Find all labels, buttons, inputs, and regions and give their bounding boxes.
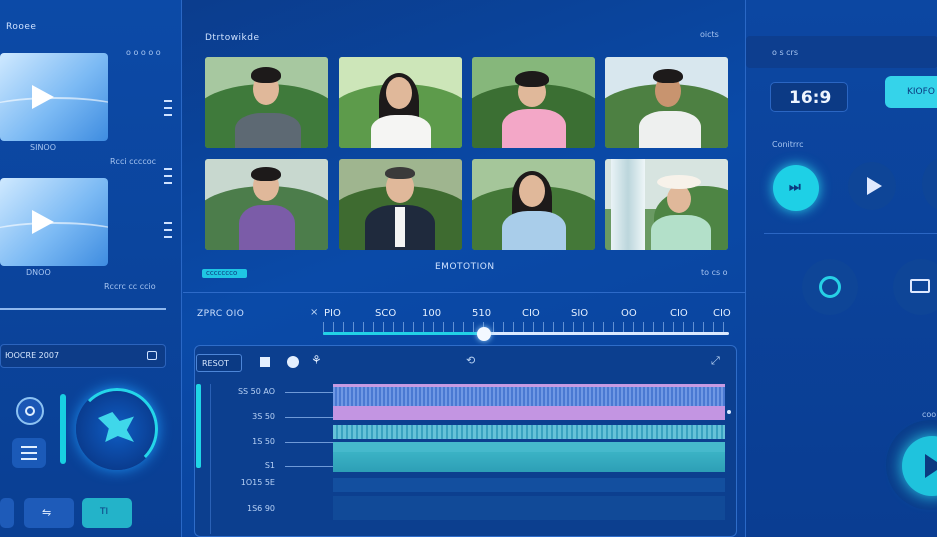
big-play-ring[interactable] — [886, 420, 937, 510]
ruler-tick: SCO — [375, 308, 397, 319]
track-label: S1 — [264, 461, 275, 470]
ruler-tick: CIO — [670, 308, 688, 319]
audio-track-bar-3[interactable] — [333, 452, 725, 472]
track-label: 1O15 5E — [240, 478, 275, 487]
clip-menu-icon[interactable] — [164, 100, 172, 122]
properties-panel: o s crs 16:9 KIOFO Conitrrc ⏭ coo — [745, 0, 937, 537]
photo-tile-4[interactable] — [605, 57, 728, 148]
pie-icon[interactable] — [287, 356, 299, 368]
photo-tile-6[interactable] — [339, 159, 462, 250]
play-icon — [925, 454, 937, 478]
clip-label: DNOO — [26, 268, 51, 277]
clip-label: SINOO — [30, 143, 57, 152]
circle-icon — [819, 276, 841, 298]
stop-icon[interactable] — [260, 357, 270, 367]
photo-tile-3[interactable] — [472, 57, 595, 148]
gallery-caption: EMOTOTION — [435, 262, 495, 272]
photo-tile-1[interactable] — [205, 57, 328, 148]
scrubber-progress — [323, 332, 483, 335]
selection-badge: ccccccco — [202, 269, 247, 278]
next-button[interactable] — [922, 158, 937, 210]
clip-menu-icon[interactable] — [164, 168, 172, 190]
magic-icon[interactable]: ⚘ — [311, 353, 322, 367]
ruler-tick: CIO — [713, 308, 731, 319]
play-icon — [32, 85, 54, 109]
video-clip-2[interactable] — [0, 178, 108, 266]
track-scroll-indicator[interactable] — [196, 384, 201, 468]
ruler-tick: CIO — [522, 308, 540, 319]
play-icon — [867, 177, 882, 195]
gallery-title: Dtrtowikde — [205, 33, 260, 43]
loop-button[interactable] — [802, 259, 858, 315]
photo-tile-8[interactable] — [605, 159, 728, 250]
audio-track-bar-1[interactable] — [333, 425, 725, 439]
panel-meta: o o o o o — [126, 48, 161, 57]
gallery-caption-meta: to cs o — [701, 268, 728, 277]
empty-track[interactable] — [333, 478, 725, 492]
clip-menu-icon[interactable] — [164, 222, 172, 244]
audio-track-bar-2[interactable] — [333, 442, 725, 452]
screen-icon — [910, 279, 930, 293]
play-icon — [32, 210, 54, 234]
link-icon[interactable]: ⟲ — [466, 354, 475, 367]
screen-button[interactable] — [893, 259, 937, 315]
track-end-marker — [727, 410, 731, 414]
ruler-tick: SIO — [571, 308, 589, 319]
divider — [764, 233, 937, 234]
empty-track[interactable] — [333, 496, 725, 520]
folder-icon — [147, 351, 157, 360]
photo-tile-5[interactable] — [205, 159, 328, 250]
video-track-bar[interactable] — [333, 384, 725, 406]
media-library-panel: Rooee o o o o o SINOO Rcci ccccoc DNOO R… — [0, 0, 182, 537]
ruler-tick: PIO — [324, 308, 341, 319]
tool-button[interactable] — [0, 498, 14, 528]
ruler-tick: 510 — [472, 308, 492, 319]
aspect-ratio-select[interactable]: 16:9 — [770, 82, 848, 112]
video-clip-1[interactable] — [0, 53, 108, 141]
search-field[interactable]: ЮOCRE 2007 — [0, 344, 166, 368]
track-guides — [285, 392, 333, 393]
status-label: coo — [922, 410, 937, 419]
sliders-icon: ⇋ — [42, 506, 52, 519]
expand-icon[interactable]: ⤢ — [711, 354, 720, 368]
reset-button[interactable]: RESOT — [196, 354, 242, 372]
play-button[interactable] — [848, 162, 896, 210]
export-button[interactable]: KIOFO — [885, 76, 937, 108]
audio-effect-button[interactable] — [76, 388, 158, 470]
clip-meta: Rccrc cc ccio — [104, 282, 156, 291]
ruler-ticks — [323, 322, 729, 332]
apply-button[interactable]: TI — [82, 498, 132, 528]
ruler-tick: OO — [621, 308, 637, 319]
gallery-meta: oicts — [700, 30, 719, 39]
divider — [183, 292, 745, 293]
properties-header: o s crs — [746, 36, 937, 68]
panel-title: Rooee — [6, 22, 37, 32]
photo-tile-7[interactable] — [472, 159, 595, 250]
track-label: SS 50 AO — [237, 387, 275, 396]
clip-meta: Rcci ccccoc — [110, 157, 157, 166]
volume-slider[interactable] — [60, 394, 66, 464]
record-button[interactable] — [16, 397, 44, 425]
skip-button[interactable]: ⏭ — [773, 165, 819, 211]
close-icon[interactable]: × — [310, 307, 318, 318]
track-label: 3S 50 — [252, 412, 275, 421]
skip-icon: ⏭ — [789, 180, 801, 195]
effect-track-bar[interactable] — [333, 406, 725, 420]
track-label: 1S 50 — [252, 437, 275, 446]
timeline-label: ZPRC OIO — [197, 309, 245, 319]
track-label: 1S6 90 — [247, 504, 275, 513]
photo-tile-2[interactable] — [339, 57, 462, 148]
ruler-tick: 100 — [422, 308, 442, 319]
settings-button[interactable]: ⇋ — [24, 498, 74, 528]
divider — [0, 308, 166, 310]
menu-button[interactable] — [12, 438, 46, 468]
playhead-handle[interactable] — [477, 327, 491, 341]
controls-label: Conitrrc — [772, 140, 804, 149]
